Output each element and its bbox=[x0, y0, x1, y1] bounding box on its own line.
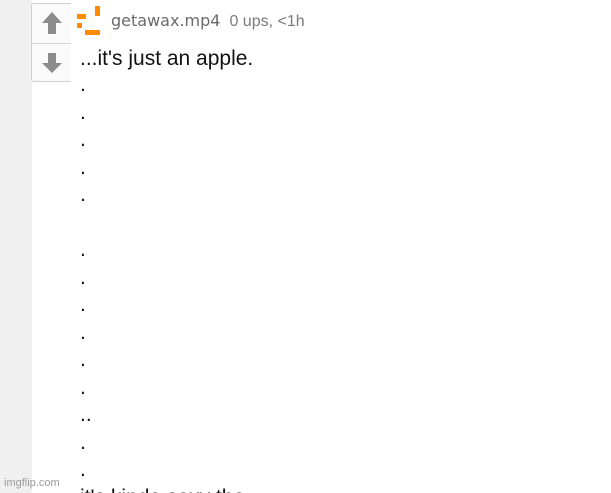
comment-line: . bbox=[80, 183, 86, 206]
comment-meta: getawax.mp4 0 ups, <1h bbox=[111, 11, 305, 32]
comment-line: . bbox=[80, 155, 86, 179]
comment-line: . bbox=[80, 458, 86, 481]
comment-line: . bbox=[80, 293, 86, 316]
left-gutter bbox=[0, 0, 32, 493]
comment-line: . bbox=[80, 320, 86, 344]
username-link[interactable]: getawax.mp4 bbox=[111, 11, 220, 30]
comment-line: .. bbox=[80, 403, 92, 426]
comment-body: ...it's just an apple. . . . . . . . . .… bbox=[80, 46, 600, 493]
imgflip-watermark: imgflip.com bbox=[4, 477, 60, 489]
downvote-button[interactable] bbox=[32, 43, 71, 82]
comment-line: . bbox=[80, 238, 86, 261]
arrow-up-icon bbox=[41, 12, 62, 34]
comment-page: getawax.mp4 0 ups, <1h ...it's just an ap… bbox=[0, 0, 611, 493]
comment-line: . bbox=[80, 73, 86, 96]
comment-line: . bbox=[80, 265, 86, 289]
comment-line: . bbox=[80, 128, 86, 151]
arrow-down-icon bbox=[41, 53, 62, 73]
comment-line: . bbox=[80, 348, 86, 371]
vote-box bbox=[31, 3, 71, 82]
comment-line: . bbox=[80, 100, 86, 124]
upvote-button[interactable] bbox=[32, 4, 71, 42]
pixel-avatar-icon[interactable] bbox=[77, 6, 103, 36]
comment-line: . bbox=[80, 375, 86, 399]
comment-line: it's kinda sexy tho bbox=[80, 485, 600, 493]
comment-stats: 0 ups, <1h bbox=[229, 13, 305, 30]
comment-line: . bbox=[80, 430, 86, 454]
comment-line bbox=[80, 210, 600, 238]
comment-line: ...it's just an apple. bbox=[80, 47, 254, 70]
